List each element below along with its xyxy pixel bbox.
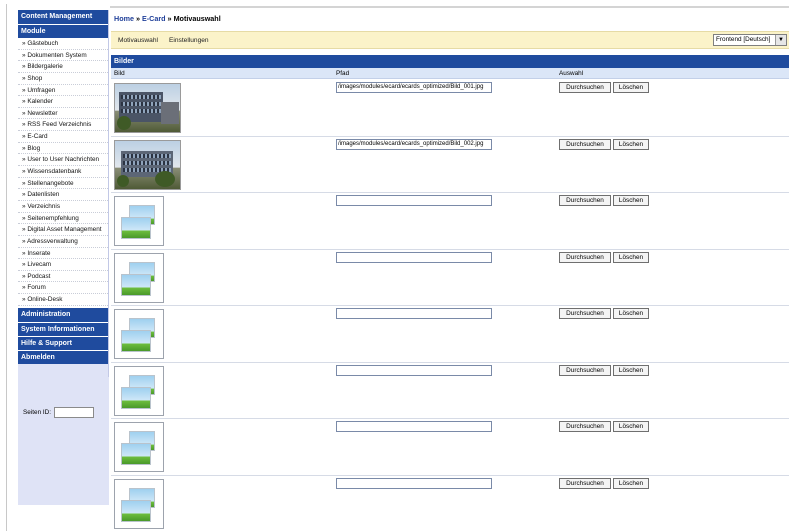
page-id-label: Seiten ID:	[23, 409, 52, 416]
browse-button[interactable]: Durchsuchen	[559, 195, 611, 206]
browse-button[interactable]: Durchsuchen	[559, 364, 611, 376]
table-row: Durchsuchen Löschen	[111, 476, 789, 531]
sidebar-module-item[interactable]: » Gästebuch	[18, 38, 108, 50]
path-input[interactable]: /images/modules/ecard/ecards_optimized/B…	[336, 138, 492, 150]
sidebar-module-item[interactable]: » E-Card	[18, 131, 108, 143]
sidebar-module-item[interactable]: » Newsletter	[18, 108, 108, 120]
browse-button[interactable]: Durchsuchen	[559, 477, 611, 489]
sidebar-module-header[interactable]: Module	[18, 24, 108, 38]
table-row: /images/modules/ecard/ecards_optimized/B…	[111, 137, 789, 193]
breadcrumb-current: Motivauswahl	[173, 14, 221, 23]
image-placeholder-icon	[114, 365, 164, 416]
sidebar-module-item[interactable]: » Stellenangebote	[18, 178, 108, 190]
sidebar-module-item[interactable]: » RSS Feed Verzeichnis	[18, 119, 108, 132]
table-row: Durchsuchen Löschen	[111, 250, 789, 306]
browse-button[interactable]: Durchsuchen	[559, 82, 611, 93]
language-select[interactable]: Frontend [Deutsch] ▼	[713, 34, 787, 46]
sidebar-module-item[interactable]: » Wissensdatenbank	[18, 166, 108, 178]
tab-motivauswahl[interactable]: Motivauswahl	[118, 37, 158, 44]
placeholder-picture-front	[121, 273, 151, 296]
path-input[interactable]	[336, 195, 492, 206]
sidebar-module-item[interactable]: » Adressverwaltung	[18, 236, 108, 248]
column-header-row: Bild Pfad Auswahl	[111, 68, 789, 79]
sidebar: Content Management Module » Gästebuch» D…	[18, 10, 109, 505]
breadcrumb-home[interactable]: Home	[114, 14, 134, 23]
sidebar-module-item[interactable]: » Dokumenten System	[18, 50, 108, 62]
table-row: /images/modules/ecard/ecards_optimized/B…	[111, 80, 789, 137]
image-placeholder-icon	[114, 478, 164, 529]
browse-button[interactable]: Durchsuchen	[559, 251, 611, 263]
image-placeholder-icon	[114, 309, 164, 359]
sidebar-module-item[interactable]: » Blog	[18, 143, 108, 155]
sidebar-module-item[interactable]: » Shop	[18, 73, 108, 85]
sidebar-module-item[interactable]: » Forum	[18, 282, 108, 295]
browse-button[interactable]: Durchsuchen	[559, 421, 611, 432]
delete-button[interactable]: Löschen	[613, 195, 649, 206]
module-list: » Gästebuch» Dokumenten System» Bilderga…	[18, 38, 108, 306]
path-input[interactable]: /images/modules/ecard/ecards_optimized/B…	[336, 82, 492, 93]
ecard-thumbnail-photo	[114, 139, 181, 190]
sidebar-module-item[interactable]: » Kalender	[18, 96, 108, 108]
image-placeholder-icon	[114, 422, 164, 472]
browse-button[interactable]: Durchsuchen	[559, 138, 611, 150]
sidebar-module-item[interactable]: » Datenlisten	[18, 189, 108, 201]
sidebar-module-item[interactable]: » Online-Desk	[18, 294, 108, 306]
path-input[interactable]	[336, 477, 492, 489]
table-row: Durchsuchen Löschen	[111, 193, 789, 250]
table-row: Durchsuchen Löschen	[111, 363, 789, 419]
placeholder-picture-front	[121, 443, 151, 465]
sidebar-logout[interactable]: Abmelden	[18, 349, 108, 364]
page-id-box: Seiten ID:	[23, 407, 95, 418]
path-input[interactable]	[336, 308, 492, 319]
sidebar-system-info[interactable]: System Informationen	[18, 321, 108, 336]
sidebar-module-item[interactable]: » Bildergalerie	[18, 61, 108, 73]
delete-button[interactable]: Löschen	[613, 82, 649, 93]
column-header-selection: Auswahl	[559, 70, 584, 77]
sidebar-content-management[interactable]: Content Management	[18, 10, 108, 24]
sidebar-module-item[interactable]: » Verzeichnis	[18, 201, 108, 213]
breadcrumb-ecard[interactable]: E-Card	[142, 14, 166, 23]
delete-button[interactable]: Löschen	[613, 477, 649, 489]
sidebar-module-item[interactable]: » Digital Asset Management	[18, 224, 108, 236]
chevron-down-icon[interactable]: ▼	[775, 35, 786, 45]
sidebar-administration[interactable]: Administration	[18, 307, 108, 322]
sidebar-module-item[interactable]: » Seitenempfehlung	[18, 213, 108, 225]
breadcrumb-separator: »	[165, 14, 174, 23]
sidebar-module-item[interactable]: » Livecam	[18, 259, 108, 271]
delete-button[interactable]: Löschen	[613, 138, 649, 150]
sidebar-module-item[interactable]: » Inserate	[18, 248, 108, 260]
sidebar-module-item[interactable]: » User to User Nachrichten	[18, 154, 108, 167]
column-header-path: Pfad	[336, 70, 350, 77]
placeholder-picture-front	[121, 499, 151, 522]
breadcrumb: Home » E-Card » Motivauswahl	[114, 14, 221, 23]
table-row: Durchsuchen Löschen	[111, 419, 789, 476]
tab-einstellungen[interactable]: Einstellungen	[169, 37, 209, 44]
tab-bar: Motivauswahl Einstellungen Frontend [Deu…	[111, 31, 789, 49]
delete-button[interactable]: Löschen	[613, 251, 649, 263]
delete-button[interactable]: Löschen	[613, 308, 649, 319]
top-divider	[110, 6, 789, 8]
ecard-thumbnail-photo	[114, 83, 181, 133]
language-select-value: Frontend [Deutsch]	[716, 36, 771, 43]
path-input[interactable]	[336, 251, 492, 263]
image-placeholder-icon	[114, 196, 164, 246]
placeholder-picture-front	[121, 386, 151, 409]
sidebar-module-item[interactable]: » Umfragen	[18, 85, 108, 97]
path-input[interactable]	[336, 421, 492, 432]
sidebar-bottom: Seiten ID:	[18, 377, 109, 505]
delete-button[interactable]: Löschen	[613, 421, 649, 432]
placeholder-picture-front	[121, 330, 151, 352]
table-row: Durchsuchen Löschen	[111, 306, 789, 363]
sidebar-help[interactable]: Hilfe & Support	[18, 335, 108, 350]
column-header-image: Bild	[114, 70, 125, 77]
path-input[interactable]	[336, 364, 492, 376]
breadcrumb-separator: »	[133, 14, 142, 23]
image-placeholder-icon	[114, 252, 164, 303]
sidebar-module-item[interactable]: » Podcast	[18, 271, 108, 283]
placeholder-picture-front	[121, 217, 151, 239]
section-title: Bilder	[111, 55, 789, 68]
browse-button[interactable]: Durchsuchen	[559, 308, 611, 319]
delete-button[interactable]: Löschen	[613, 364, 649, 376]
page-id-input[interactable]	[54, 407, 95, 418]
